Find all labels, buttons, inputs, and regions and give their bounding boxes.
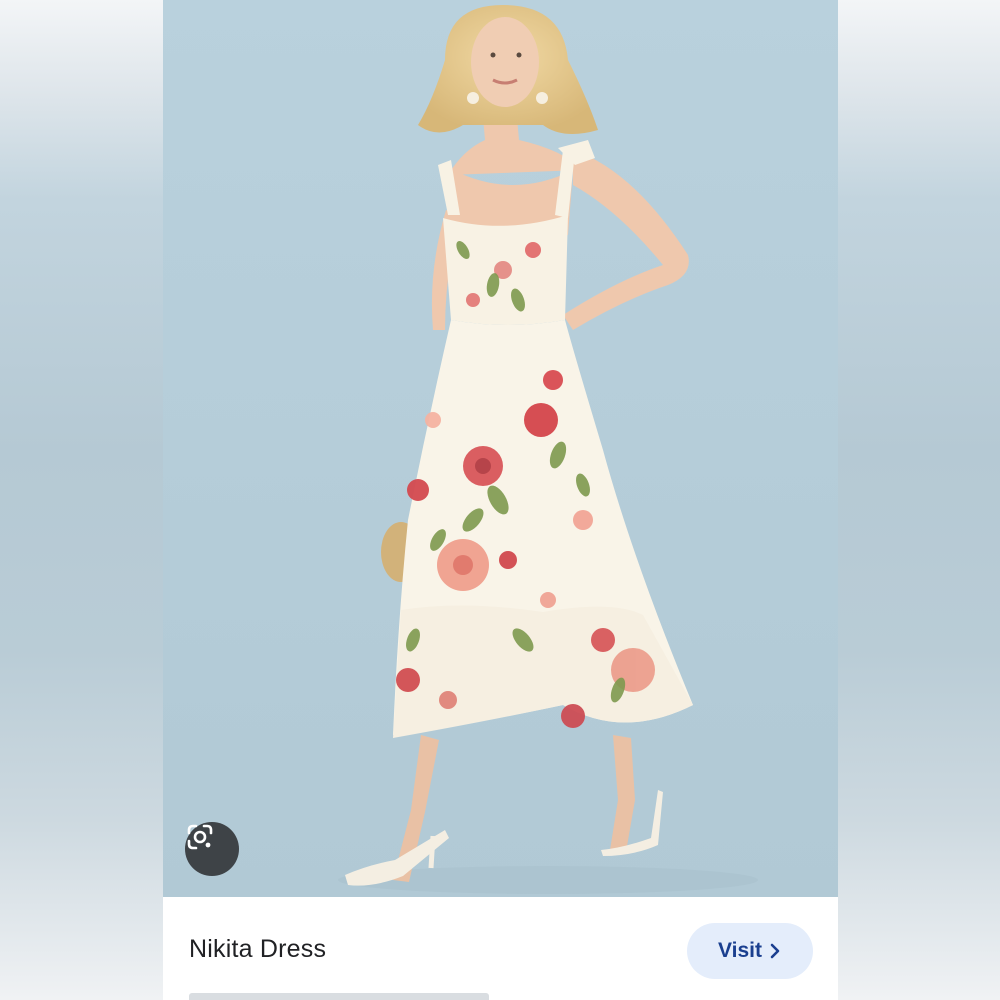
product-title[interactable]: Nikita Dress xyxy=(189,935,326,964)
background-blur-right xyxy=(838,0,1000,1000)
truncated-source-line xyxy=(189,993,489,1000)
result-info-bar: Nikita Dress Visit xyxy=(163,897,838,1000)
visit-button[interactable]: Visit xyxy=(687,923,813,979)
lens-search-button[interactable] xyxy=(185,822,239,876)
dress-illustration xyxy=(163,0,838,897)
image-result-card[interactable]: Nikita Dress Visit xyxy=(163,0,838,1000)
product-photo[interactable] xyxy=(163,0,838,897)
google-lens-icon xyxy=(187,824,213,850)
visit-label: Visit xyxy=(718,939,762,962)
chevron-right-icon xyxy=(770,943,780,959)
background-blur-left xyxy=(0,0,163,1000)
